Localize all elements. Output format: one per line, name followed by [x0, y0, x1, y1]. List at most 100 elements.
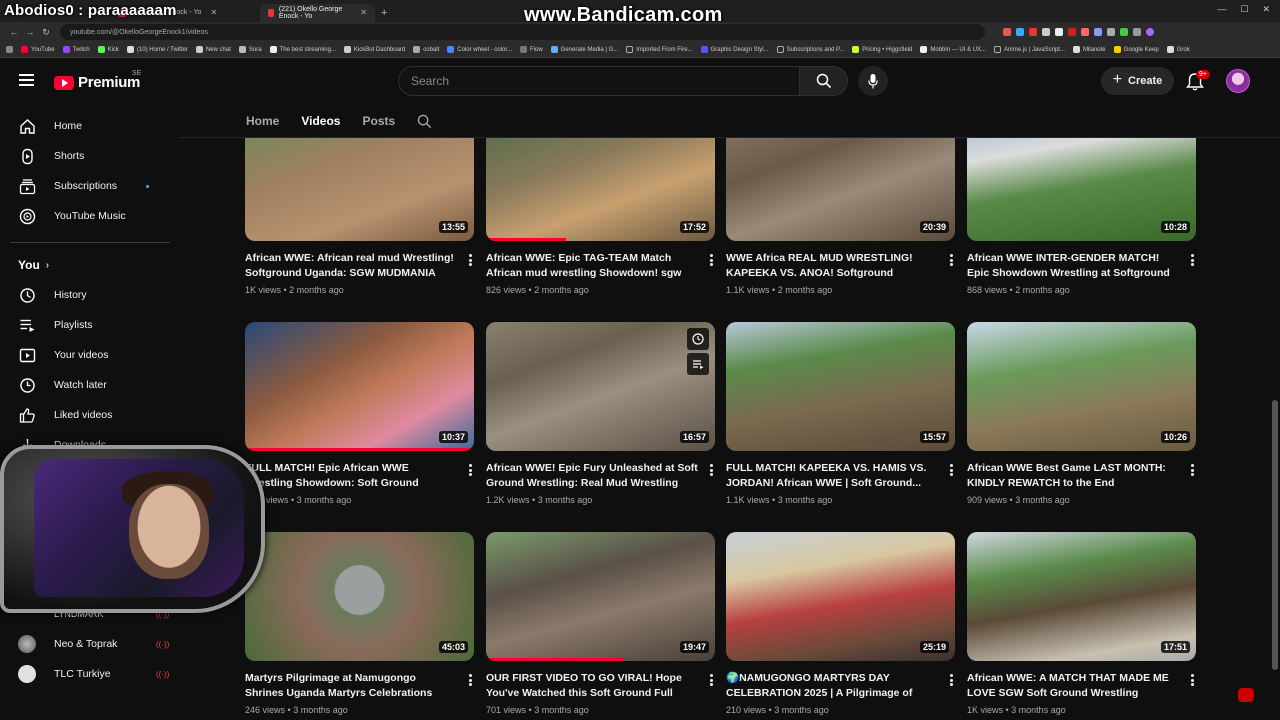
bookmark-item[interactable]: Kick — [97, 46, 119, 53]
more-options-icon[interactable] — [1191, 254, 1194, 266]
bookmark-item[interactable]: Milanote — [1072, 46, 1106, 53]
bookmark-item[interactable]: Graphic Design Styl... — [700, 46, 769, 53]
tab-videos[interactable]: Videos — [301, 110, 341, 140]
bookmark-item[interactable]: KickBot Dashboard — [343, 46, 405, 53]
sidebar-subscription-tlc-turkiye[interactable]: TLC Turkiye ((·)) — [12, 659, 169, 689]
forward-icon[interactable]: → — [22, 27, 38, 37]
more-options-icon[interactable] — [950, 254, 953, 266]
tab-home[interactable]: Home — [246, 110, 279, 132]
more-options-icon[interactable] — [950, 674, 953, 686]
browser-tab-2[interactable]: (221) Okello George Enock - Yo ✕ — [260, 3, 375, 22]
bookmark-folder[interactable]: Imported From Fire... — [626, 46, 693, 53]
bookmark-item[interactable]: Mobbin — UI & UX... — [920, 46, 986, 53]
video-thumbnail[interactable]: 45:03 — [245, 532, 474, 661]
extension-icon[interactable] — [1081, 28, 1089, 36]
bookmark-item[interactable]: Google Keep — [1113, 46, 1159, 53]
youtube-premium-logo[interactable]: Premium — [54, 74, 140, 91]
video-card[interactable]: 25:19 🌍NAMUGONGO MARTYRS DAY CELEBRATION… — [726, 532, 955, 715]
bookmark-item[interactable]: YouTube — [21, 46, 55, 53]
video-title[interactable]: African WWE: African real mud Wrestling!… — [245, 251, 457, 281]
extension-icon[interactable] — [1133, 28, 1141, 36]
bookmark-item[interactable]: Flow — [520, 46, 543, 53]
reload-icon[interactable]: ↻ — [38, 27, 54, 38]
video-thumbnail[interactable]: 10:26 — [967, 322, 1196, 451]
extension-icon[interactable] — [1003, 28, 1011, 36]
video-thumbnail[interactable]: 17:51 — [967, 532, 1196, 661]
video-title[interactable]: African WWE! Epic Fury Unleashed at Soft… — [486, 461, 698, 491]
sidebar-you-heading[interactable]: You › — [18, 258, 49, 272]
video-thumbnail[interactable]: 17:52 — [486, 138, 715, 241]
sidebar-item-youtube-music[interactable]: YouTube Music — [12, 201, 168, 231]
bookmark-item[interactable]: cobalt — [413, 46, 439, 53]
sidebar-item-home[interactable]: Home — [12, 111, 168, 141]
account-avatar[interactable] — [1226, 69, 1250, 93]
video-title[interactable]: WWE Africa REAL MUD WRESTLING! KAPEEKA V… — [726, 251, 938, 281]
search-button[interactable] — [800, 66, 848, 96]
video-title[interactable]: African WWE Best Game LAST MONTH: KINDLY… — [967, 461, 1179, 491]
bookmark-item[interactable]: The best streaming... — [269, 46, 336, 53]
bookmark-item[interactable]: Generate Media | G... — [550, 46, 618, 53]
tab-posts[interactable]: Posts — [362, 110, 395, 132]
url-field[interactable]: youtube.com/@OkelloGeorgeEnock1/videos — [60, 24, 985, 40]
extension-icon[interactable] — [1029, 28, 1037, 36]
more-options-icon[interactable] — [710, 674, 713, 686]
video-card[interactable]: 16:57 African WWE! Epic Fury Unleashed a… — [486, 322, 715, 505]
extension-icon[interactable] — [1094, 28, 1102, 36]
bookmark-folder[interactable]: Anime.js | JavaScript... — [994, 46, 1065, 53]
minimize-icon[interactable]: — — [1217, 4, 1226, 15]
sidebar-item-subscriptions[interactable]: Subscriptions — [12, 171, 168, 201]
video-title[interactable]: Martyrs Pilgrimage at Namugongo Shrines … — [245, 671, 457, 701]
video-card[interactable]: 10:28 African WWE INTER-GENDER MATCH! Ep… — [967, 138, 1196, 295]
extension-icon[interactable] — [1042, 28, 1050, 36]
more-options-icon[interactable] — [950, 464, 953, 476]
close-tab-icon[interactable]: ✕ — [210, 8, 217, 17]
back-icon[interactable]: ← — [6, 27, 22, 37]
add-to-queue-icon[interactable] — [687, 353, 709, 375]
video-thumbnail[interactable]: 10:37 — [245, 322, 474, 451]
more-options-icon[interactable] — [469, 254, 472, 266]
maximize-icon[interactable]: ☐ — [1240, 4, 1248, 15]
search-input[interactable]: Search — [398, 66, 800, 96]
extension-icon[interactable] — [1016, 28, 1024, 36]
new-tab-button[interactable]: + — [375, 4, 393, 22]
video-title[interactable]: FULL MATCH! Epic African WWE Wrestling S… — [245, 461, 457, 491]
bookmark-folder[interactable]: Subscriptions and P... — [776, 46, 844, 53]
page-scrollbar[interactable] — [1272, 400, 1278, 670]
video-card[interactable]: 17:51 African WWE: A MATCH THAT MADE ME … — [967, 532, 1196, 715]
video-title[interactable]: African WWE: A MATCH THAT MADE ME LOVE S… — [967, 671, 1179, 701]
extension-icon[interactable] — [1055, 28, 1063, 36]
more-options-icon[interactable] — [710, 464, 713, 476]
video-thumbnail[interactable]: 20:39 — [726, 138, 955, 241]
extension-icon[interactable] — [1068, 28, 1076, 36]
profile-icon[interactable] — [1146, 28, 1154, 36]
video-title[interactable]: African WWE INTER-GENDER MATCH! Epic Sho… — [967, 251, 1179, 281]
video-title[interactable]: FULL MATCH! KAPEEKA VS. HAMIS VS. JORDAN… — [726, 461, 938, 491]
video-thumbnail[interactable]: 10:28 — [967, 138, 1196, 241]
voice-search-button[interactable] — [858, 66, 888, 96]
video-thumbnail[interactable]: 15:57 — [726, 322, 955, 451]
floating-youtube-icon[interactable] — [1238, 688, 1254, 702]
close-window-icon[interactable]: ✕ — [1262, 4, 1270, 15]
video-card[interactable]: 45:03 Martyrs Pilgrimage at Namugongo Sh… — [245, 532, 474, 715]
video-card[interactable]: 15:57 FULL MATCH! KAPEEKA VS. HAMIS VS. … — [726, 322, 955, 505]
watch-later-icon[interactable] — [687, 328, 709, 350]
video-card[interactable]: 20:39 WWE Africa REAL MUD WRESTLING! KAP… — [726, 138, 955, 295]
sidebar-item-watch-later[interactable]: Watch later — [12, 370, 168, 400]
sidebar-subscription-neo-toprak[interactable]: Neo & Toprak ((·)) — [12, 629, 169, 659]
extension-icon[interactable] — [1107, 28, 1115, 36]
bookmark-item[interactable]: Sora — [238, 46, 262, 53]
sidebar-item-history[interactable]: History — [12, 280, 168, 310]
more-options-icon[interactable] — [1191, 674, 1194, 686]
video-card[interactable]: 10:37 FULL MATCH! Epic African WWE Wrest… — [245, 322, 474, 505]
bookmark-item[interactable]: Pricing • Higgsfield — [852, 46, 912, 53]
bookmark-item[interactable]: Grok — [1166, 46, 1190, 53]
video-thumbnail[interactable]: 16:57 — [486, 322, 715, 451]
more-options-icon[interactable] — [1191, 464, 1194, 476]
video-title[interactable]: African WWE: Epic TAG-TEAM Match African… — [486, 251, 698, 281]
more-options-icon[interactable] — [710, 254, 713, 266]
extension-icon[interactable] — [1120, 28, 1128, 36]
create-button[interactable]: + Create — [1101, 67, 1174, 95]
video-card[interactable]: 19:47 OUR FIRST VIDEO TO GO VIRAL! Hope … — [486, 532, 715, 715]
video-card[interactable]: 10:26 African WWE Best Game LAST MONTH: … — [967, 322, 1196, 505]
video-thumbnail[interactable]: 25:19 — [726, 532, 955, 661]
